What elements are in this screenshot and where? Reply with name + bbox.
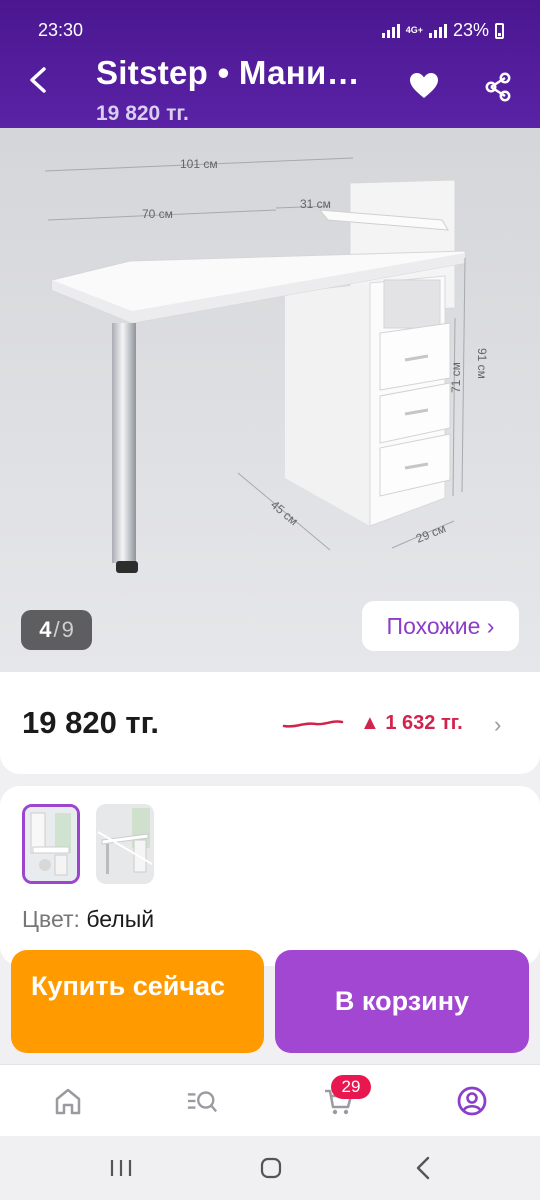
color-value: белый xyxy=(86,906,155,932)
heart-icon[interactable] xyxy=(408,70,440,102)
product-price: 19 820 тг. xyxy=(22,705,160,740)
dimension-label: 31 см xyxy=(300,197,331,211)
header-price: 19 820 тг. xyxy=(96,102,189,125)
back-arrow-icon[interactable] xyxy=(22,62,58,98)
color-row: Цвет: белый xyxy=(22,906,154,933)
dimension-label: 71 см xyxy=(449,362,463,393)
dimension-label: 70 см xyxy=(142,207,173,221)
image-counter: 4 / 9 xyxy=(21,610,92,650)
home-icon[interactable] xyxy=(52,1085,84,1117)
dimension-label: 91 см xyxy=(475,348,489,379)
system-back-icon[interactable] xyxy=(408,1154,438,1182)
dimension-label: 101 см xyxy=(180,157,218,171)
thumbnail-image xyxy=(96,804,154,884)
chevron-right-icon: › xyxy=(494,712,502,737)
variant-card: Цвет: белый xyxy=(0,786,540,966)
system-navigation-bar xyxy=(0,1136,540,1200)
signal-icon-2 xyxy=(428,23,447,38)
product-image-gallery[interactable]: 101 см 70 см 31 см 91 см 71 см 45 см 29 … xyxy=(0,128,540,672)
status-bar: 23:30 4G+ 23% xyxy=(0,0,540,42)
price-change: ▲ 1 632 тг. xyxy=(360,712,463,734)
buy-now-button[interactable]: Купить сейчас xyxy=(11,950,264,1053)
signal-icon xyxy=(381,23,400,38)
similar-products-button[interactable]: Похожие › xyxy=(362,601,519,651)
catalog-search-icon[interactable] xyxy=(186,1085,218,1117)
color-label: Цвет: xyxy=(22,906,80,932)
battery-level: 23% xyxy=(452,20,489,40)
variant-thumbnail-selected[interactable] xyxy=(22,804,80,884)
image-counter-total: 9 xyxy=(61,617,74,642)
cart-badge: 29 xyxy=(331,1075,371,1099)
add-to-cart-button[interactable]: В корзину xyxy=(275,950,529,1053)
price-trend-icon xyxy=(282,720,344,728)
share-icon[interactable] xyxy=(484,72,512,102)
thumbnail-image xyxy=(25,807,77,881)
product-title: Sitstep • Мани… xyxy=(96,54,360,91)
battery-icon xyxy=(495,22,504,39)
network-type: 4G+ xyxy=(405,25,423,35)
status-time: 23:30 xyxy=(38,20,84,40)
status-indicators: 4G+ 23% xyxy=(381,20,504,41)
variant-thumbnail[interactable] xyxy=(96,804,154,884)
bottom-navigation: 29 xyxy=(0,1064,540,1136)
price-card[interactable]: 19 820 тг. ▲ 1 632 тг. › xyxy=(0,672,540,774)
recent-apps-icon[interactable] xyxy=(106,1154,136,1182)
app-header: 23:30 4G+ 23% Sitstep • Мани… 19 820 тг. xyxy=(0,0,540,128)
profile-icon[interactable] xyxy=(456,1085,488,1117)
image-counter-current: 4 xyxy=(39,617,52,642)
product-photo: 101 см 70 см 31 см 91 см 71 см 45 см 29 … xyxy=(0,128,540,672)
home-button-icon[interactable] xyxy=(256,1154,286,1182)
